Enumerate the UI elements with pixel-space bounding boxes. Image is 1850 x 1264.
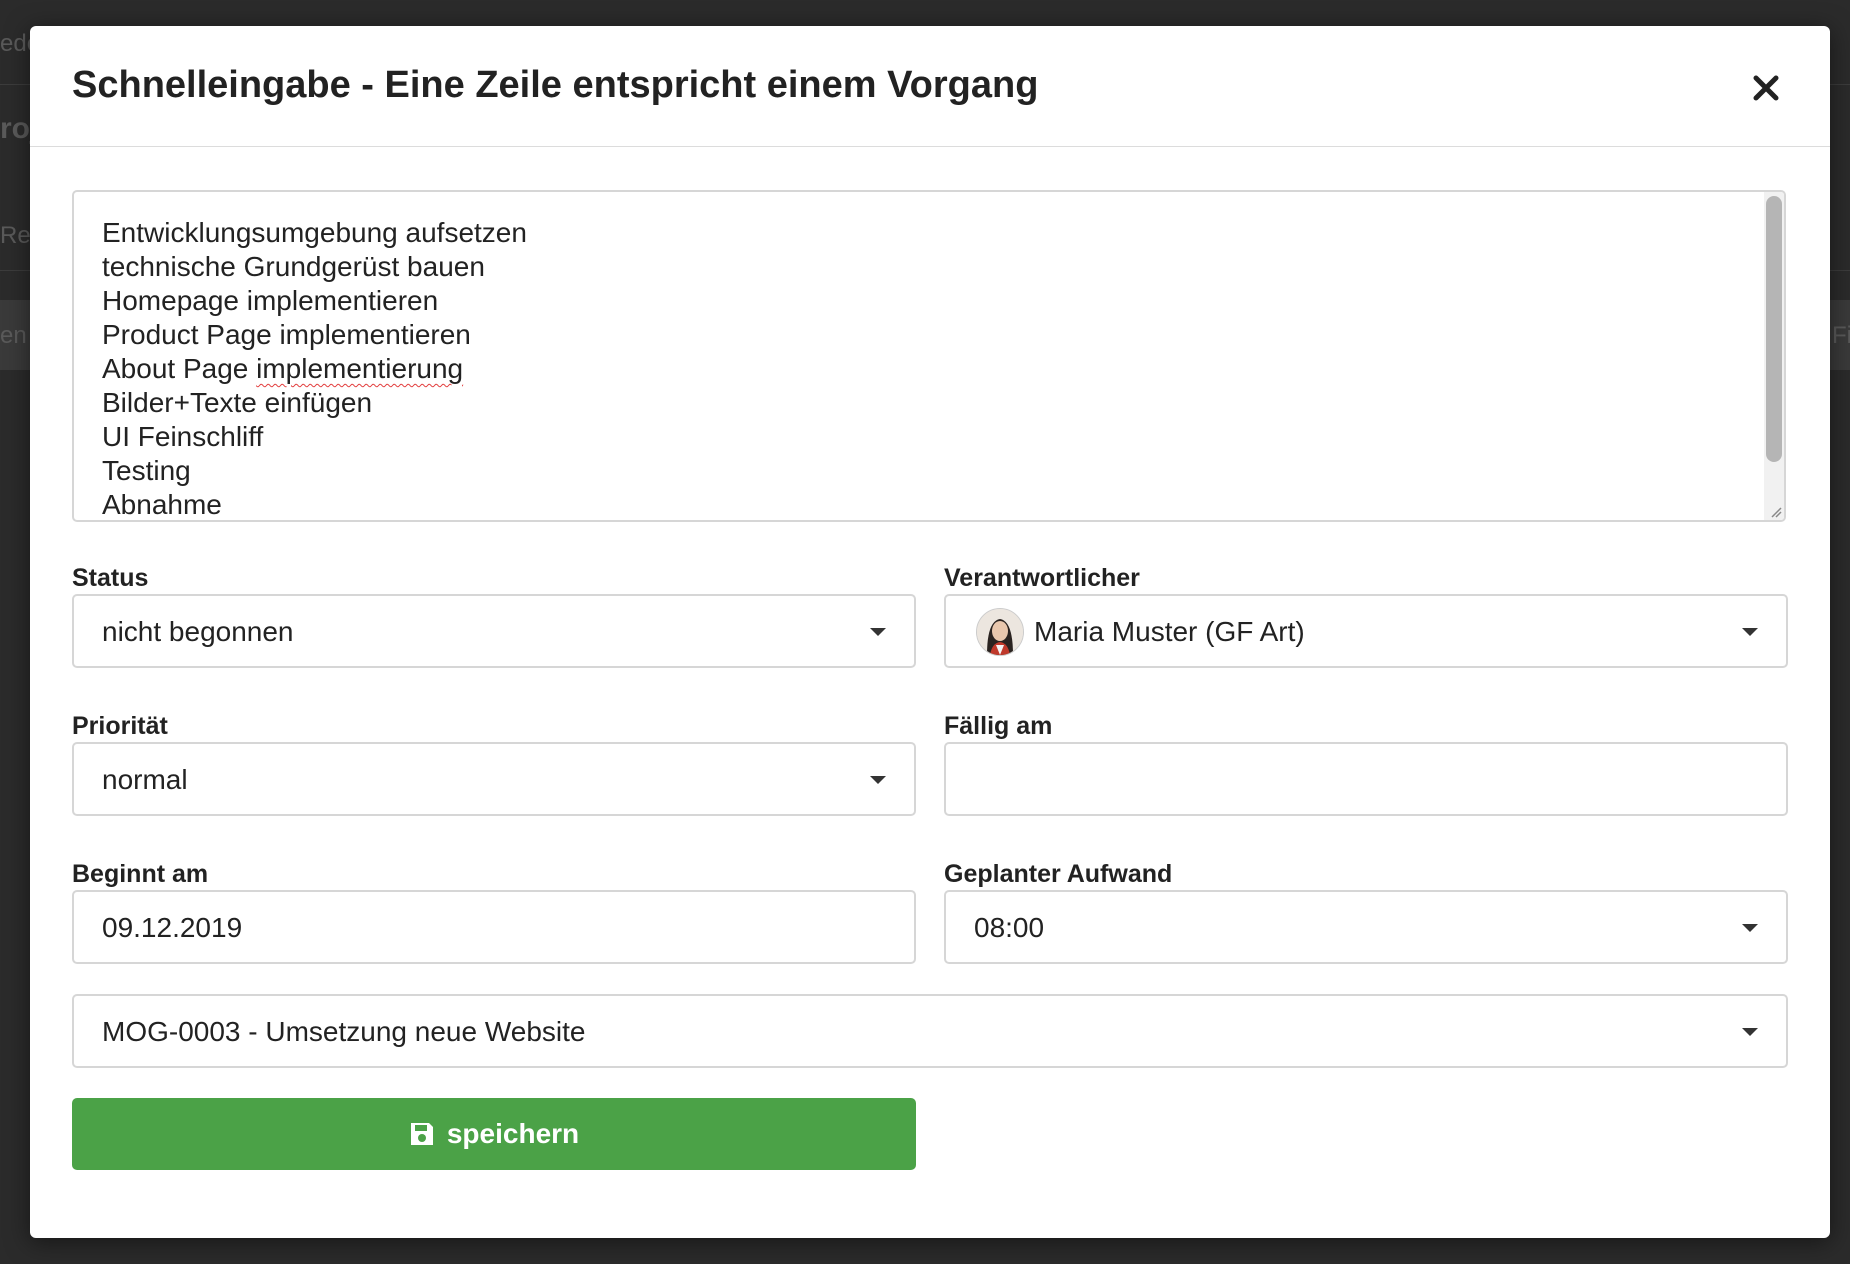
modal-header: Schnelleingabe - Eine Zeile entspricht e… xyxy=(30,26,1830,147)
planned-effort-value: 08:00 xyxy=(974,912,1045,943)
priority-select[interactable]: normal xyxy=(72,742,916,816)
due-date-input[interactable] xyxy=(944,742,1788,816)
save-button-label: speichern xyxy=(446,1118,580,1149)
avatar xyxy=(976,608,1024,656)
textarea-line: Homepage implementieren xyxy=(102,285,439,316)
chevron-down-icon xyxy=(1742,1028,1758,1036)
chevron-down-icon xyxy=(1742,924,1758,932)
background-fragment: Re xyxy=(0,222,31,249)
start-date-label: Beginnt am xyxy=(72,860,209,888)
background-fragment: en xyxy=(0,322,27,349)
start-date-value: 09.12.2019 xyxy=(102,912,243,943)
textarea-line: Product Page implementieren xyxy=(102,319,471,350)
chevron-down-icon xyxy=(870,776,886,784)
responsible-label: Verantwortlicher xyxy=(944,564,1140,592)
resize-grip-icon[interactable] xyxy=(1768,504,1782,518)
textarea-content: Entwicklungsumgebung aufsetzen technisch… xyxy=(102,216,527,520)
priority-label: Priorität xyxy=(72,712,168,740)
textarea-line: UI Feinschliff xyxy=(102,421,264,452)
textarea-line: Bilder+Texte einfügen xyxy=(102,387,373,418)
textarea-line: technische Grundgerüst bauen xyxy=(102,251,485,282)
close-button[interactable] xyxy=(1748,70,1784,106)
planned-effort-select[interactable]: 08:00 xyxy=(944,890,1788,964)
status-value: nicht begonnen xyxy=(102,616,294,647)
project-select[interactable]: MOG-0003 - Umsetzung neue Website xyxy=(72,994,1788,1068)
planned-effort-label: Geplanter Aufwand xyxy=(944,860,1173,888)
due-date-label: Fällig am xyxy=(944,712,1053,740)
responsible-select[interactable]: Maria Muster (GF Art) xyxy=(944,594,1788,668)
responsible-value: Maria Muster (GF Art) xyxy=(1034,616,1305,647)
spellcheck-marked-word: implementierung xyxy=(256,353,464,384)
background-fragment: Fi xyxy=(1832,322,1850,349)
start-date-input[interactable]: 09.12.2019 xyxy=(72,890,916,964)
project-value: MOG-0003 - Umsetzung neue Website xyxy=(102,1016,586,1047)
priority-value: normal xyxy=(102,764,188,795)
textarea-line: Testing xyxy=(102,455,191,486)
save-icon xyxy=(410,1123,433,1145)
scrollbar-thumb[interactable] xyxy=(1766,196,1782,462)
textarea-line: About Page implementierung xyxy=(102,352,527,386)
tasks-textarea[interactable]: Entwicklungsumgebung aufsetzen technisch… xyxy=(72,190,1786,522)
textarea-line: Entwicklungsumgebung aufsetzen xyxy=(102,217,527,248)
modal-title: Schnelleingabe - Eine Zeile entspricht e… xyxy=(72,64,1039,106)
save-button[interactable]: speichern xyxy=(72,1098,916,1170)
textarea-line-text: About Page implementierung xyxy=(102,353,464,384)
textarea-line: Abnahme xyxy=(102,489,222,520)
chevron-down-icon xyxy=(1742,628,1758,636)
status-select[interactable]: nicht begonnen xyxy=(72,594,916,668)
status-label: Status xyxy=(72,564,149,592)
close-icon xyxy=(1753,75,1779,101)
quick-entry-modal: Schnelleingabe - Eine Zeile entspricht e… xyxy=(30,26,1830,1238)
chevron-down-icon xyxy=(870,628,886,636)
textarea-scrollbar[interactable] xyxy=(1764,192,1784,520)
